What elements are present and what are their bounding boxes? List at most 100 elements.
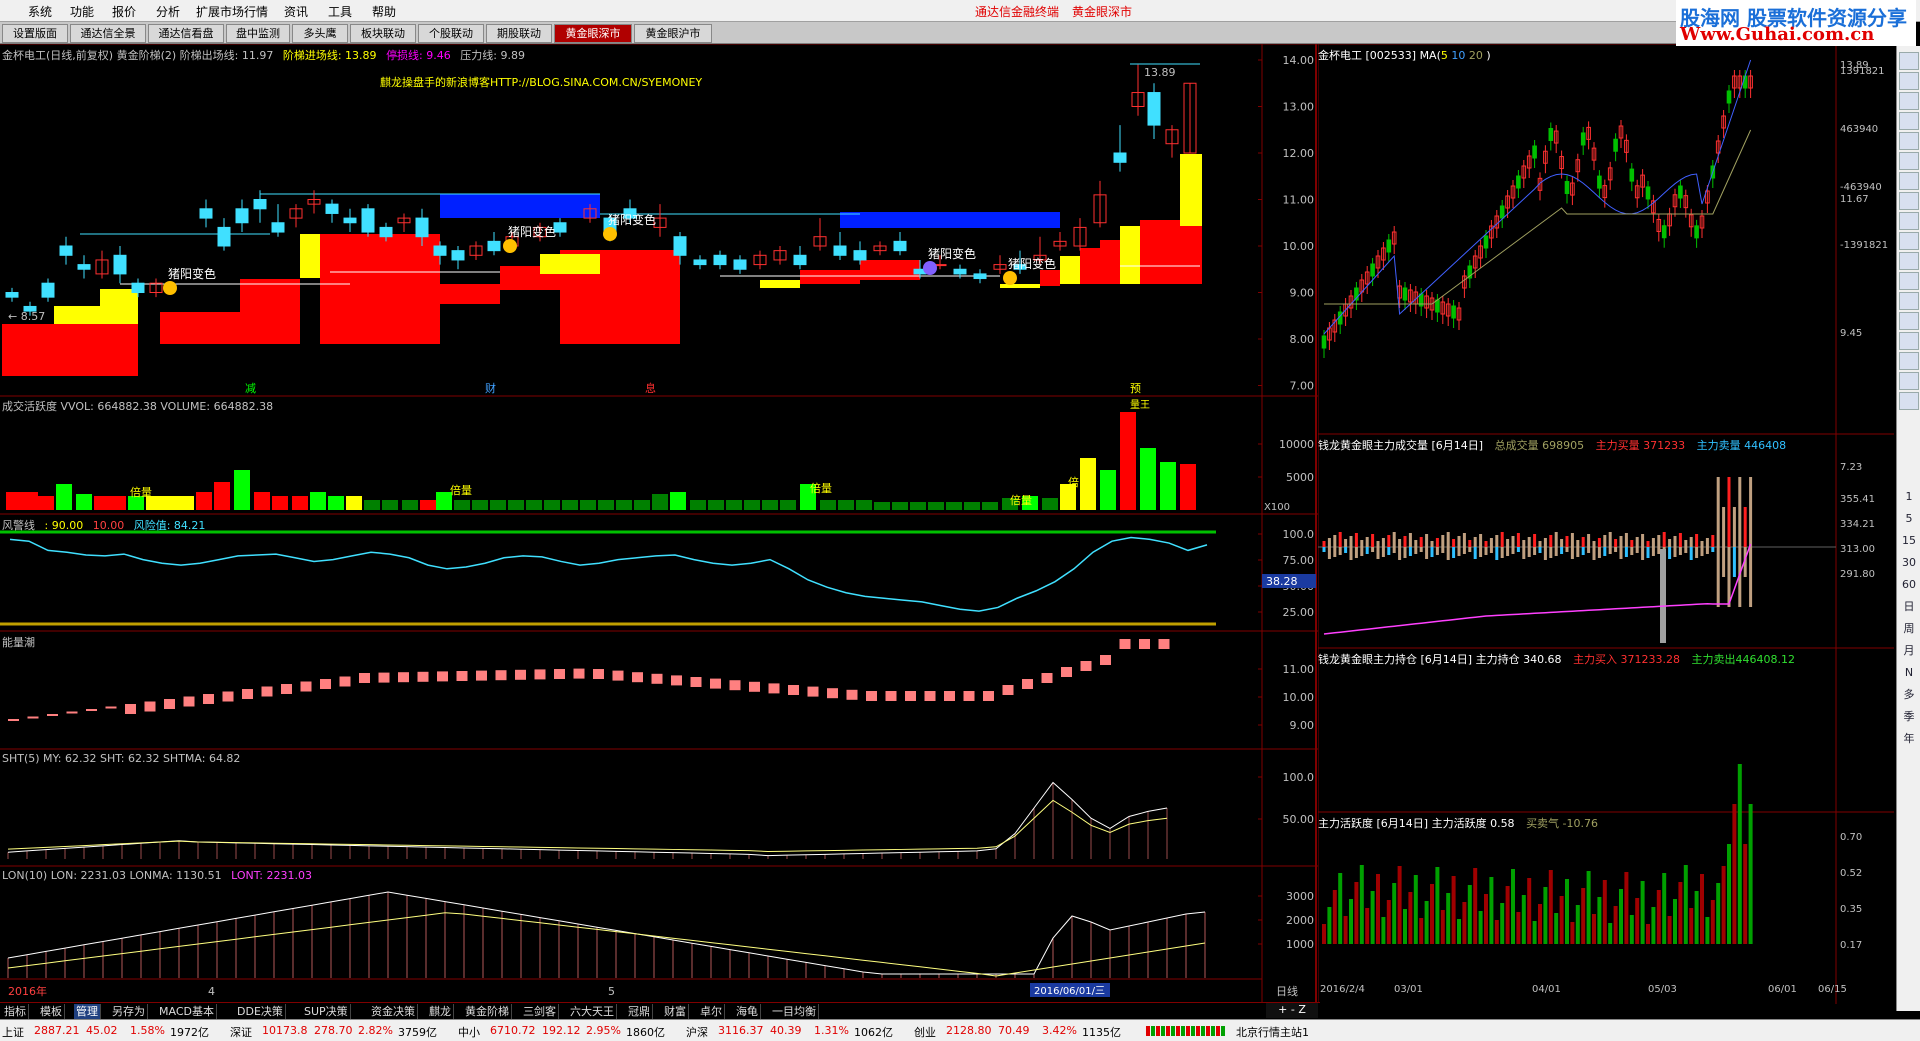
toolbar-tool-icon[interactable] [1899, 292, 1919, 310]
template-tab[interactable]: DDE决策 [235, 1004, 286, 1019]
template-tab[interactable]: 财富 [662, 1004, 689, 1019]
right-buy-bar [1732, 507, 1736, 547]
tab-gold-eye-sh[interactable]: 黄金眼沪市 [634, 24, 712, 43]
template-tab[interactable]: 指标 [2, 1004, 29, 1019]
ladder-block [1180, 154, 1202, 226]
right-sell-bar [1635, 547, 1639, 553]
volume-bar [726, 500, 742, 510]
tab-layout-settings[interactable]: 设置版面 [2, 24, 68, 43]
template-tab[interactable]: 卓尔 [698, 1004, 725, 1019]
volume-bar [6, 492, 22, 510]
menu-info[interactable]: 资讯 [284, 3, 308, 20]
tab-sector-link[interactable]: 板块联动 [350, 24, 416, 43]
template-tab[interactable]: SUP决策 [302, 1004, 351, 1019]
zoom-controls[interactable]: + - Z [1266, 1003, 1318, 1018]
template-tab[interactable]: 一目均衡 [770, 1004, 819, 1019]
template-tab[interactable]: 资金决策 [369, 1004, 418, 1019]
right-sell-bar [1489, 547, 1493, 553]
toolbar-tool-icon[interactable] [1899, 332, 1919, 350]
tab-stock-link[interactable]: 个股联动 [418, 24, 484, 43]
right-sell-bar [1700, 547, 1704, 556]
toolbar-tool-icon[interactable] [1899, 52, 1919, 70]
right-sell-bar [1565, 547, 1569, 552]
server-site[interactable]: 北京行情主站1 [1236, 1024, 1309, 1040]
candle-body [673, 236, 687, 256]
template-tab[interactable]: 另存为 [110, 1004, 148, 1019]
menu-ext-market[interactable]: 扩展市场行情 [196, 3, 268, 20]
tab-futures-link[interactable]: 期股联动 [486, 24, 552, 43]
tab-bull-eagle[interactable]: 多头鹰 [292, 24, 348, 43]
template-tab[interactable]: 六大天王 [568, 1004, 617, 1019]
right-buy-bar [1587, 534, 1591, 547]
menu-help[interactable]: 帮助 [372, 3, 396, 20]
period-button[interactable]: 月 [1899, 642, 1919, 660]
period-button[interactable]: 1 [1899, 488, 1919, 506]
period-button[interactable]: 周 [1899, 620, 1919, 638]
price-tick-label: 12.00 [1283, 147, 1315, 160]
menu-system[interactable]: 系统 [28, 3, 52, 20]
candle-body [973, 273, 987, 280]
right-buy-bar [1597, 538, 1601, 547]
period-button[interactable]: 30 [1899, 554, 1919, 572]
energy-bar [281, 684, 292, 694]
price-tick-label: 13.00 [1283, 101, 1315, 114]
menu-analysis[interactable]: 分析 [156, 3, 180, 20]
template-tab[interactable]: 模板 [38, 1004, 65, 1019]
tab-tdx-overview[interactable]: 通达信全景 [70, 24, 146, 43]
tab-gold-eye-sz[interactable]: 黄金眼深市 [554, 24, 632, 43]
toolbar-tool-icon[interactable] [1899, 372, 1919, 390]
toolbar-tool-icon[interactable] [1899, 152, 1919, 170]
toolbar-tool-icon[interactable] [1899, 392, 1919, 410]
lon-line [7, 891, 1206, 975]
candle-body [379, 226, 393, 238]
period-button[interactable]: 15 [1899, 532, 1919, 550]
candle-body [59, 245, 73, 256]
period-button[interactable]: 年 [1899, 730, 1919, 748]
template-tab[interactable]: 黄金阶梯 [463, 1004, 512, 1019]
toolbar-tool-icon[interactable] [1899, 232, 1919, 250]
sht-title: SHT(5) MY: 62.32 SHT: 62.32 SHTMA: 64.82 [2, 752, 241, 765]
template-tab[interactable]: 麒龙 [427, 1004, 454, 1019]
toolbar-tool-icon[interactable] [1899, 92, 1919, 110]
menu-tools[interactable]: 工具 [328, 3, 352, 20]
right-buy-bar [1711, 535, 1715, 547]
right-act-bar [1721, 866, 1726, 944]
toolbar-tool-icon[interactable] [1899, 132, 1919, 150]
period-button[interactable]: 60 [1899, 576, 1919, 594]
toolbar-tool-icon[interactable] [1899, 252, 1919, 270]
menu-function[interactable]: 功能 [70, 3, 94, 20]
right-buy-bar [1349, 536, 1353, 547]
right-sell-bar [1327, 547, 1331, 559]
toolbar-tool-icon[interactable] [1899, 312, 1919, 330]
right-sell-bar [1538, 547, 1542, 553]
index-quote: 沪深 [686, 1026, 708, 1039]
toolbar-tool-icon[interactable] [1899, 72, 1919, 90]
toolbar-tool-icon[interactable] [1899, 272, 1919, 290]
tab-tdx-watch[interactable]: 通达信看盘 [148, 24, 224, 43]
template-tab[interactable]: 冠鼎 [626, 1004, 653, 1019]
energy-bar [1139, 639, 1150, 649]
template-tab[interactable]: 管理 [74, 1004, 101, 1019]
right-act-bar [1613, 906, 1618, 944]
menu-quote[interactable]: 报价 [112, 3, 136, 20]
risk-tick-label: 25.00 [1283, 606, 1315, 619]
toolbar-tool-icon[interactable] [1899, 212, 1919, 230]
right-buy-bar [1538, 541, 1542, 547]
period-button[interactable]: N [1899, 664, 1919, 682]
period-button[interactable]: 季 [1899, 708, 1919, 726]
period-button[interactable]: 日 [1899, 598, 1919, 616]
toolbar-tool-icon[interactable] [1899, 172, 1919, 190]
toolbar-tool-icon[interactable] [1899, 352, 1919, 370]
tab-monitor[interactable]: 盘中监测 [226, 24, 290, 43]
template-tab[interactable]: 三剑客 [521, 1004, 559, 1019]
template-tab[interactable]: MACD基本 [157, 1004, 217, 1019]
date-month4: 4 [208, 985, 215, 998]
period-button[interactable]: 多 [1899, 686, 1919, 704]
toolbar-tool-icon[interactable] [1899, 192, 1919, 210]
vol-tag: 倍量 [450, 483, 472, 497]
toolbar-tool-icon[interactable] [1899, 112, 1919, 130]
energy-bar [573, 668, 585, 679]
template-tab[interactable]: 海龟 [734, 1004, 761, 1019]
right-candle-body [1435, 299, 1440, 313]
period-button[interactable]: 5 [1899, 510, 1919, 528]
